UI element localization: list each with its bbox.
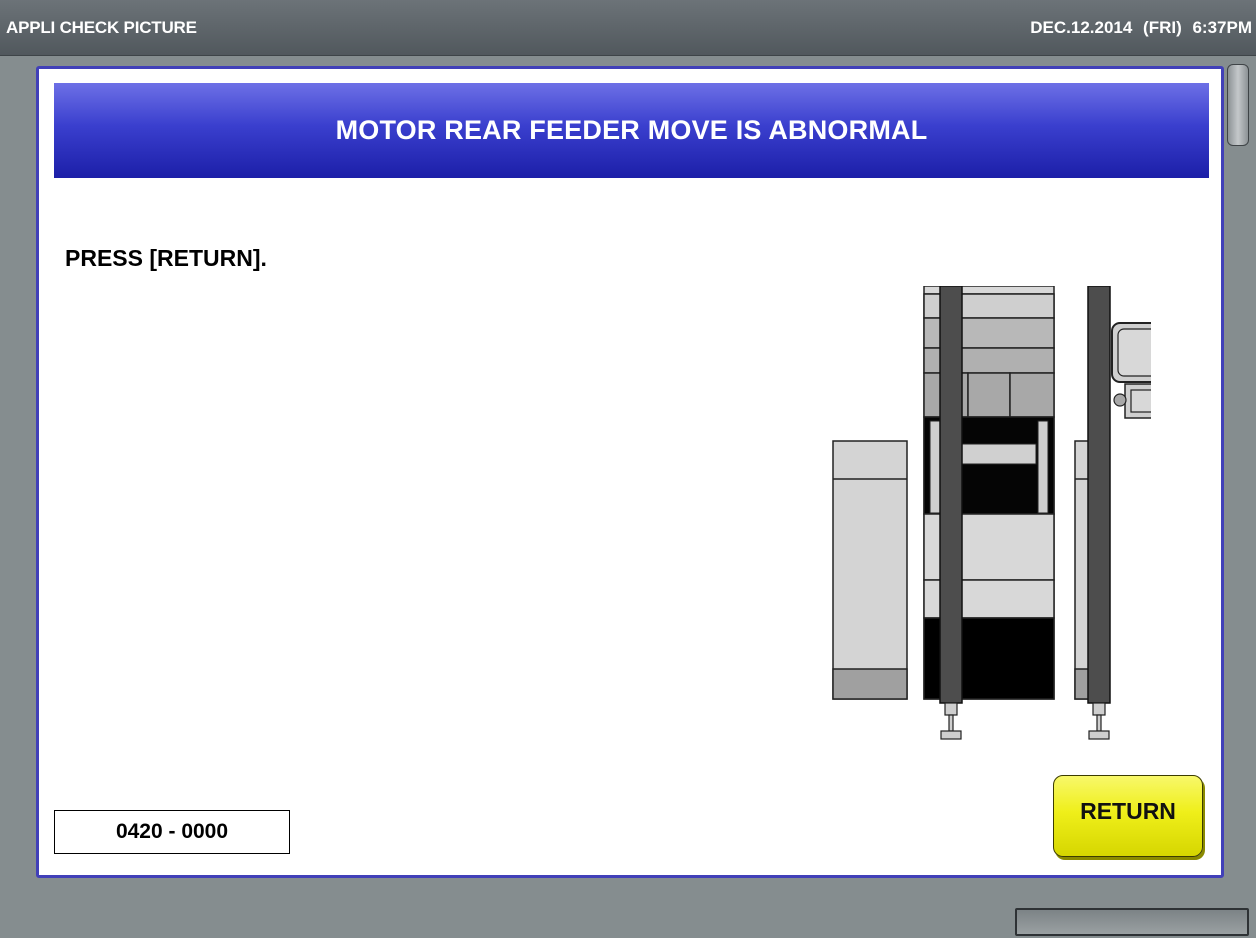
scrollbar-thumb[interactable] (1227, 64, 1249, 146)
error-code: 0420 - 0000 (54, 810, 290, 854)
app-title: APPLI CHECK PICTURE (6, 18, 197, 37)
status-slot (1015, 908, 1249, 936)
date-time: DEC.12.2014 (FRI) 6:37PM (1030, 18, 1252, 37)
title-bar: APPLI CHECK PICTURE DEC.12.2014 (FRI) 6:… (0, 0, 1256, 56)
machine-icon (832, 286, 1151, 740)
instruction-text: PRESS [RETURN]. (65, 245, 267, 271)
return-button[interactable]: RETURN (1053, 775, 1203, 857)
error-dialog: MOTOR REAR FEEDER MOVE IS ABNORMAL PRESS… (36, 66, 1224, 878)
error-title: MOTOR REAR FEEDER MOVE IS ABNORMAL (54, 83, 1209, 178)
